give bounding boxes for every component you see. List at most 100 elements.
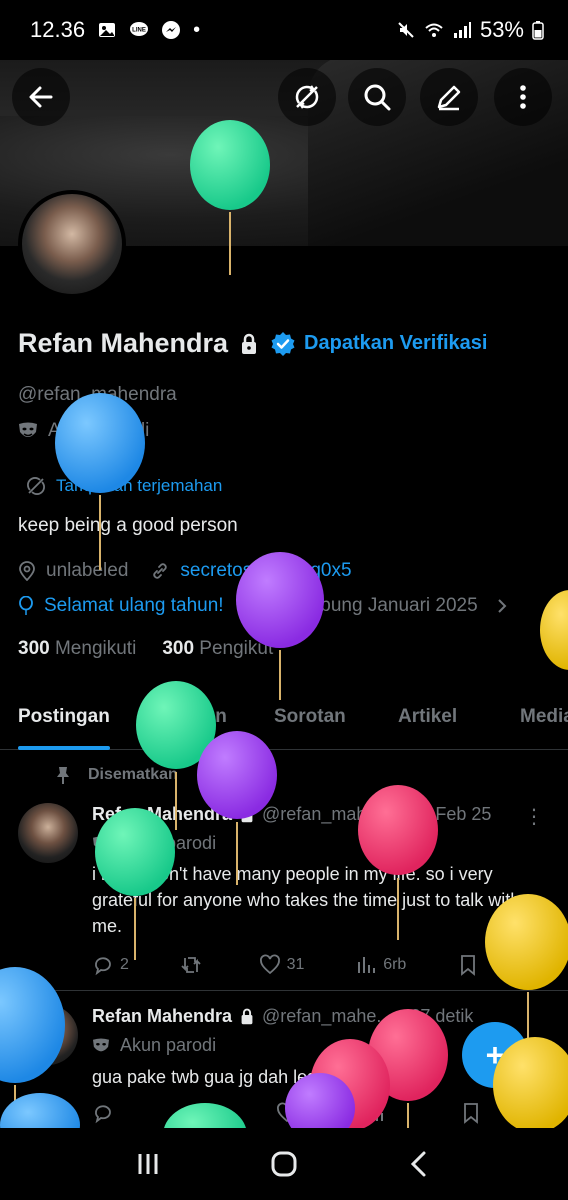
birthday-item: Selamat ulang tahun! [18, 595, 224, 617]
profile-tabs: Postingan Balasan Sorotan Artikel Media [0, 690, 568, 750]
tweet-text: i really don't have many people in my li… [92, 864, 521, 936]
tweet-more-icon[interactable]: ⋮ [524, 804, 544, 829]
retweet-icon [185, 1105, 200, 1120]
tweet-header: Refan Mahendra @refan_mahe... · 20 Feb 2… [92, 804, 491, 825]
share-icon [531, 955, 551, 975]
mute-icon [398, 22, 414, 38]
tweet-divider [0, 990, 568, 991]
tweet-parody-label: Akun parodi [120, 1035, 217, 1055]
tweet-parody-label: Akun parodi [120, 833, 217, 853]
pinned-indicator: Disematkan [54, 765, 178, 785]
reply-count: 2 [120, 956, 129, 973]
tweet-avatar[interactable] [18, 803, 78, 863]
wifi-icon [425, 23, 443, 37]
search-icon [364, 84, 391, 111]
balloon-yellow-1 [540, 590, 568, 670]
followers-label: Pengikut [199, 638, 274, 659]
compose-post-button[interactable]: + [462, 1022, 528, 1088]
lock-icon [242, 333, 257, 354]
battery-icon [532, 21, 544, 40]
battery-percent: 53% [479, 17, 524, 42]
tweet-time: · 20 Feb 25 [399, 804, 492, 824]
tab-postingan[interactable]: Postingan [18, 690, 110, 750]
website-link[interactable]: secretostate/ahq0x5 [180, 560, 351, 582]
bookmark-button[interactable] [460, 1102, 482, 1124]
edit-icon [437, 85, 461, 111]
following-link[interactable]: 300 Mengikuti [18, 638, 136, 660]
like-button[interactable]: 31 [259, 954, 305, 976]
views-button[interactable] [368, 1102, 390, 1124]
home-icon[interactable] [268, 1148, 300, 1180]
birthday-text: Selamat ulang tahun! [44, 595, 224, 616]
translate-button[interactable] [278, 68, 336, 126]
search-button[interactable] [348, 68, 406, 126]
website-item[interactable]: secretostate/ahq0x5 [150, 560, 352, 582]
views-button[interactable]: 6rb [355, 954, 406, 976]
compose-plus-icon: + [485, 1036, 505, 1073]
reply-button[interactable]: 2 [92, 954, 129, 976]
profile-meta-row-1: unlabeled secretostate/ahq0x5 [18, 560, 352, 582]
back-arrow-icon [29, 86, 53, 108]
translate-off-icon [295, 85, 319, 109]
lock-icon [241, 1008, 253, 1025]
status-bar: 12.36 LINE • 53% [0, 0, 568, 60]
retweet-button[interactable] [184, 1102, 206, 1124]
reply-button[interactable] [92, 1102, 114, 1124]
line-icon: LINE [130, 22, 149, 36]
tweet-author-name[interactable]: Refan Mahendra [92, 1006, 232, 1027]
share-button[interactable] [530, 954, 552, 976]
tweet-actions: 2 31 6rb [92, 954, 552, 976]
svg-text:LINE: LINE [132, 28, 146, 34]
dot-icon: • [193, 18, 201, 41]
like-button[interactable] [276, 1102, 298, 1124]
edit-profile-button[interactable] [420, 68, 478, 126]
following-count: 300 [18, 638, 50, 659]
like-count: 31 [286, 956, 305, 973]
image-icon [99, 23, 116, 37]
tweet-author-name[interactable]: Refan Mahendra [92, 804, 232, 825]
status-time: 12.36 [30, 17, 86, 42]
translate-icon [27, 477, 45, 495]
tweet-parody-badge: Akun parodi [92, 833, 216, 854]
parody-badge: Akun parodi [18, 420, 149, 442]
back-button[interactable] [12, 68, 70, 126]
tab-balasan[interactable]: Balasan [154, 690, 227, 750]
reply-icon [95, 957, 111, 976]
profile-name-row: Refan Mahendra Dapatkan Verifikasi [18, 328, 487, 359]
heart-icon [277, 1102, 297, 1123]
show-translation-link[interactable]: Tampilkan terjemahan [26, 476, 222, 496]
profile-handle: @refan_mahendra [18, 384, 177, 405]
pin-icon [57, 767, 69, 784]
mask-icon [93, 1037, 109, 1051]
bookmark-button[interactable] [457, 954, 479, 976]
tweet-time: · 27 detik [399, 1006, 474, 1026]
reply-icon [95, 1105, 111, 1124]
retweet-icon [181, 957, 201, 973]
tweet-avatar[interactable] [18, 1005, 78, 1065]
view-count: 6rb [383, 956, 407, 973]
tab-artikel[interactable]: Artikel [398, 690, 457, 750]
tweet-author-handle: @refan_mahe... [262, 1006, 392, 1026]
joined-item: Bergabung Januari 2025 [242, 595, 478, 617]
get-verified-link[interactable]: Dapatkan Verifikasi [270, 331, 487, 357]
views-icon [371, 1105, 383, 1121]
chevron-right-icon[interactable] [496, 597, 508, 615]
more-vertical-icon [520, 85, 526, 109]
views-icon [358, 957, 376, 973]
followers-link[interactable]: 300 Pengikut [162, 638, 273, 660]
tweet-actions [92, 1102, 552, 1124]
mask-icon [19, 422, 37, 437]
recent-apps-icon[interactable] [132, 1148, 164, 1180]
pinned-label: Disematkan [88, 766, 178, 783]
back-nav-icon[interactable] [404, 1148, 436, 1180]
tweet-parody-badge: Akun parodi [92, 1035, 216, 1056]
tab-media[interactable]: Media [520, 690, 568, 750]
tab-sorotan[interactable]: Sorotan [274, 690, 346, 750]
retweet-button[interactable] [180, 954, 208, 976]
following-label: Mengikuti [54, 638, 137, 659]
calendar-icon [242, 599, 259, 614]
profile-avatar[interactable] [18, 190, 126, 298]
get-verified-label: Dapatkan Verifikasi [304, 332, 488, 354]
tweet-header: Refan Mahendra @refan_mahe... · 27 detik [92, 1006, 473, 1027]
more-button[interactable] [494, 68, 552, 126]
